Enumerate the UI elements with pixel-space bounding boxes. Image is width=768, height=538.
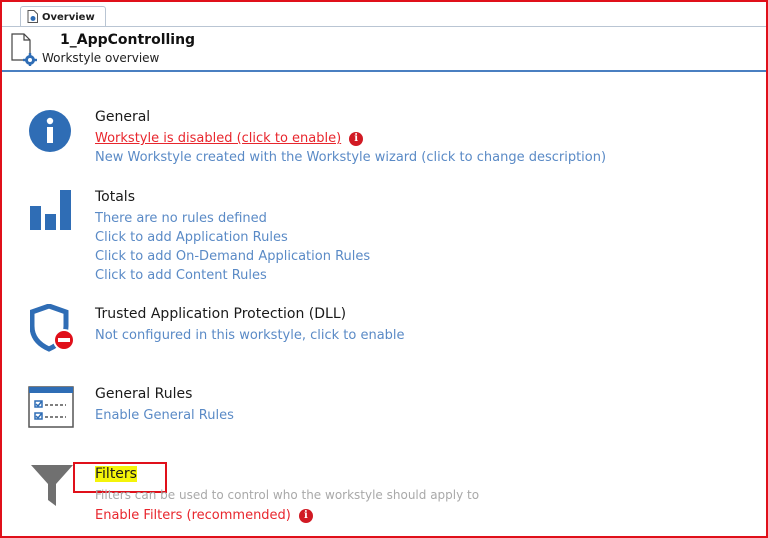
enable-general-rules-link[interactable]: Enable General Rules — [95, 408, 234, 423]
warning-icon: i — [298, 508, 313, 523]
rules-list-icon — [28, 386, 74, 432]
page-subtitle: Workstyle overview — [42, 51, 160, 65]
document-icon — [27, 8, 38, 27]
page-title: 1_AppControlling — [60, 32, 196, 48]
bar-chart-icon — [30, 190, 72, 234]
section-title-general: General — [95, 109, 151, 125]
info-icon — [28, 109, 72, 157]
tab-bar: Overview — [2, 2, 766, 27]
tab-overview[interactable]: Overview — [20, 6, 106, 27]
add-application-rules-link[interactable]: Click to add Application Rules — [95, 230, 288, 245]
section-title-totals: Totals — [95, 189, 135, 205]
warning-icon: i — [349, 131, 364, 146]
section-title-general-rules: General Rules — [95, 386, 193, 402]
add-content-rules-link[interactable]: Click to add Content Rules — [95, 268, 267, 283]
section-title-tap: Trusted Application Protection (DLL) — [95, 306, 347, 322]
enable-filters-link[interactable]: Enable Filters (recommended) i — [95, 508, 313, 523]
funnel-icon — [30, 464, 74, 512]
change-description-link[interactable]: New Workstyle created with the Workstyle… — [95, 150, 606, 165]
workstyle-document-icon — [8, 33, 38, 70]
enable-workstyle-link[interactable]: Workstyle is disabled (click to enable) i — [95, 131, 364, 146]
tab-label: Overview — [42, 11, 95, 23]
add-on-demand-rules-link[interactable]: Click to add On-Demand Application Rules — [95, 249, 370, 264]
filters-description: Filters can be used to control who the w… — [95, 488, 480, 502]
enable-tap-link[interactable]: Not configured in this workstyle, click … — [95, 328, 405, 343]
no-rules-link[interactable]: There are no rules defined — [95, 211, 267, 226]
shield-blocked-icon — [29, 303, 76, 356]
page-header: 1_AppControlling Workstyle overview — [2, 26, 766, 72]
